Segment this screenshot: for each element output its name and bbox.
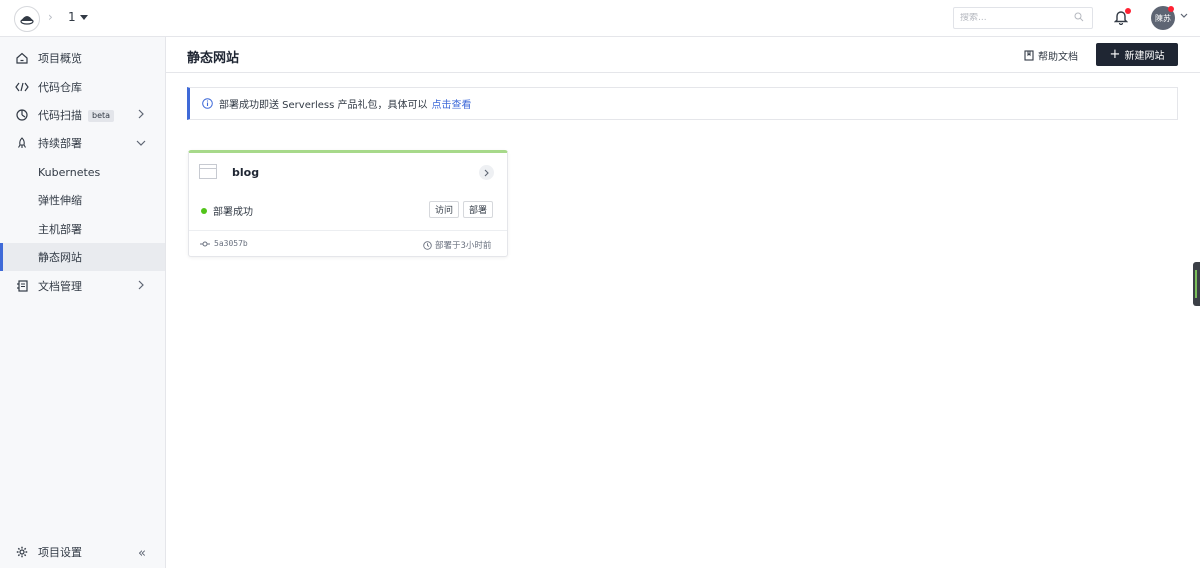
sidebar-item-overview[interactable]: 项目概览 <box>0 44 165 72</box>
sidebar-item-label: 弹性伸缩 <box>38 194 82 207</box>
beta-badge: beta <box>88 110 115 122</box>
sidebar-item-label: 代码扫描 <box>38 109 82 122</box>
browser-window-icon <box>199 164 217 179</box>
sidebar-item-label: 持续部署 <box>38 137 82 150</box>
sidebar: 项目概览 代码仓库 代码扫描 beta 持续部署 Kubernetes 弹性伸缩 … <box>0 37 166 568</box>
collapse-sidebar-icon[interactable]: « <box>138 546 146 561</box>
chevron-right-icon <box>138 280 144 290</box>
sidebar-item-label: Kubernetes <box>38 165 101 179</box>
project-name: 1 <box>68 10 76 24</box>
deploy-button[interactable]: 部署 <box>463 201 494 218</box>
sidebar-item-docs[interactable]: 文档管理 <box>0 272 165 300</box>
code-icon <box>15 80 29 94</box>
status-dot <box>201 207 207 214</box>
home-icon <box>15 51 29 65</box>
sidebar-item-label: 文档管理 <box>38 280 82 293</box>
chevron-right-icon <box>484 169 489 176</box>
open-site-button[interactable] <box>479 165 494 180</box>
sidebar-item-label: 主机部署 <box>38 223 82 236</box>
sidebar-item-host-deploy[interactable]: 主机部署 <box>0 215 165 243</box>
sidebar-item-label-wrap: 代码扫描 beta <box>38 107 115 123</box>
chevron-down-icon <box>136 140 146 146</box>
rocket-icon <box>15 136 29 150</box>
project-switcher[interactable]: 1 <box>68 10 88 24</box>
notification-bell[interactable] <box>1113 8 1131 27</box>
logo[interactable] <box>14 6 40 32</box>
page-header: 静态网站 帮助文档 + 新建网站 <box>166 37 1200 73</box>
notice-link[interactable]: 点击查看 <box>432 96 472 111</box>
sidebar-item-label: 项目概览 <box>38 52 82 65</box>
plus-icon: + <box>1109 46 1121 62</box>
document-icon <box>15 279 29 293</box>
search-input[interactable] <box>960 13 1070 23</box>
notification-dot <box>1125 8 1131 14</box>
top-bar: › 1 陳苏 <box>0 0 1200 37</box>
search-icon[interactable] <box>1074 12 1084 22</box>
status-text: 部署成功 <box>213 207 253 218</box>
sidebar-item-repository[interactable]: 代码仓库 <box>0 73 165 101</box>
chevron-down-icon[interactable] <box>1180 13 1188 19</box>
page-title: 静态网站 <box>187 51 240 66</box>
card-divider <box>189 230 507 231</box>
deploy-time: 部署于3小时前 <box>423 239 491 251</box>
caret-down-icon <box>79 14 88 20</box>
commit-hash: 5a3057b <box>214 239 248 248</box>
avatar-initials: 陳苏 <box>1155 13 1171 23</box>
avatar-badge-dot <box>1168 6 1174 12</box>
sidebar-item-label: 项目设置 <box>38 546 82 559</box>
help-docs-label: 帮助文档 <box>1038 52 1078 63</box>
chevron-right-icon <box>138 109 144 119</box>
commit-icon <box>200 241 210 246</box>
sidebar-item-label: 代码仓库 <box>38 81 82 94</box>
sidebar-item-label: 静态网站 <box>38 251 82 264</box>
scan-icon <box>15 108 29 122</box>
gear-icon <box>15 545 29 559</box>
logo-icon <box>20 16 34 25</box>
new-site-label: 新建网站 <box>1124 51 1165 62</box>
visit-button[interactable]: 访问 <box>429 201 460 218</box>
info-icon <box>202 98 213 109</box>
clock-icon <box>423 240 432 250</box>
floating-side-tab[interactable] <box>1193 262 1200 306</box>
sidebar-item-autoscaling[interactable]: 弹性伸缩 <box>0 186 165 214</box>
commit-info: 5a3057b <box>200 239 248 248</box>
search-box[interactable] <box>953 7 1093 29</box>
sidebar-item-continuous-deploy[interactable]: 持续部署 <box>0 129 165 157</box>
notice-text: 部署成功即送 Serverless 产品礼包，具体可以 <box>219 100 428 111</box>
site-name: blog <box>232 166 260 179</box>
breadcrumb-separator-icon: › <box>48 10 53 24</box>
deploy-status: 部署成功 <box>201 203 253 218</box>
deploy-time-text: 部署于3小时前 <box>435 241 492 251</box>
sidebar-item-static-site[interactable]: 静态网站 <box>0 243 165 271</box>
help-docs-link[interactable]: 帮助文档 <box>1024 48 1078 63</box>
sidebar-item-code-scan[interactable]: 代码扫描 beta <box>0 101 165 129</box>
new-site-button[interactable]: + 新建网站 <box>1096 43 1178 66</box>
book-icon <box>1024 50 1034 61</box>
site-card[interactable]: blog 部署成功 访问 部署 5a3057b 部署于3小时前 <box>188 150 508 257</box>
sidebar-item-kubernetes[interactable]: Kubernetes <box>0 158 165 186</box>
notice-banner: 部署成功即送 Serverless 产品礼包，具体可以 点击查看 <box>187 87 1178 120</box>
